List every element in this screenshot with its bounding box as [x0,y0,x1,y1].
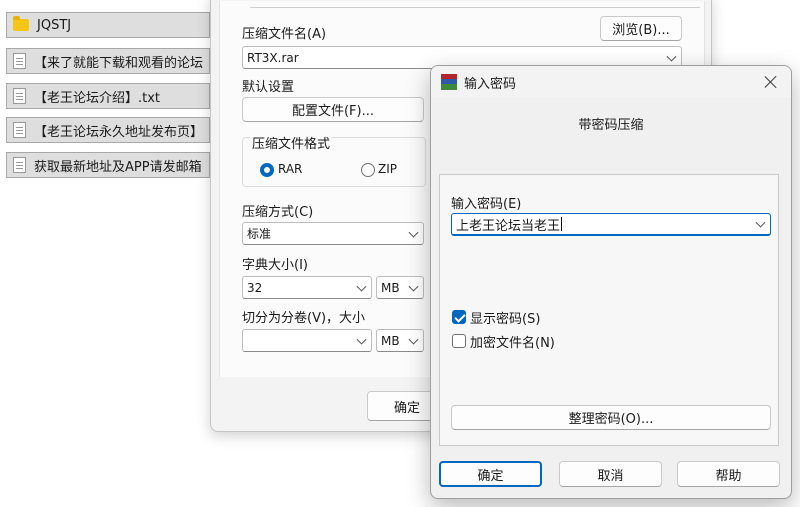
format-zip-label: ZIP [378,162,397,176]
title-bar: 输入密码 [431,66,791,98]
chevron-down-icon[interactable] [356,281,367,292]
file-item[interactable]: 获取最新地址及APP请发邮箱 [6,152,210,178]
file-item-label: JQSTJ [37,17,72,33]
password-input[interactable]: 上老王论坛当老王 [451,213,771,236]
file-item-label: 获取最新地址及APP请发邮箱 [34,159,202,175]
password-panel: 输入密码(E) 上老王论坛当老王 显示密码(S) 加密文件名(N) 整理密码(O… [439,174,779,446]
chevron-down-icon[interactable] [666,51,677,62]
file-item[interactable]: 【老王论坛介绍】.txt [6,83,210,109]
password-dialog: 输入密码 带密码压缩 输入密码(E) 上老王论坛当老王 显示密码(S) 加密文件… [430,65,792,499]
format-rar-radio[interactable] [260,163,274,177]
help-button[interactable]: 帮助 [677,461,780,487]
cancel-button[interactable]: 取消 [559,461,662,487]
dictionary-size-select[interactable]: 32 [242,276,372,299]
split-unit-select[interactable]: MB [376,329,424,352]
compression-method-value: 标准 [247,227,272,241]
profiles-button[interactable]: 配置文件(F)... [242,97,424,122]
close-icon[interactable] [763,74,779,90]
default-settings-label: 默认设置 [242,80,295,95]
split-size-input[interactable] [242,329,372,352]
file-item[interactable]: 【来了就能下载和观看的论坛 [6,48,210,74]
show-password-checkbox[interactable] [452,310,466,324]
winrar-app-icon [441,74,457,90]
file-item[interactable]: 【老王论坛永久地址发布页】 [6,117,210,143]
dictionary-unit-select[interactable]: MB [376,276,424,299]
ok-button[interactable]: 确定 [439,461,542,487]
chevron-down-icon[interactable] [408,334,419,345]
organize-passwords-button[interactable]: 整理密码(O)... [451,405,771,430]
encrypt-filenames-checkbox[interactable] [452,334,466,348]
split-unit-value: MB [381,333,400,348]
divider [250,7,700,8]
file-item-label: 【老王论坛永久地址发布页】 [34,124,204,140]
archive-name-value: RT3X.rar [247,50,299,65]
dictionary-unit-value: MB [381,280,400,295]
chevron-down-icon[interactable] [356,334,367,345]
browse-button[interactable]: 浏览(B)... [600,16,682,41]
password-value: 上老王论坛当老王 [456,218,561,234]
folder-icon [13,16,29,31]
file-item-folder[interactable]: JQSTJ [6,12,210,38]
dialog-title: 输入密码 [464,77,517,92]
document-icon [13,53,26,69]
encrypt-filenames-label: 加密文件名(N) [470,336,555,351]
file-item-label: 【来了就能下载和观看的论坛 [34,55,204,71]
compression-method-label: 压缩方式(C) [242,205,314,220]
file-item-label: 【老王论坛介绍】.txt [34,90,161,106]
archive-name-label: 压缩文件名(A) [242,27,327,42]
show-password-label: 显示密码(S) [470,312,541,327]
archive-format-label: 压缩文件格式 [250,133,333,152]
document-icon [13,122,26,138]
text-caret [561,217,563,231]
dictionary-size-label: 字典大小(I) [242,258,308,273]
compression-method-select[interactable]: 标准 [242,222,424,245]
split-volumes-label: 切分为分卷(V)，大小 [242,311,366,326]
dictionary-size-value: 32 [247,280,263,295]
format-rar-label: RAR [278,162,303,176]
chevron-down-icon[interactable] [408,227,419,238]
format-zip-radio[interactable] [361,163,375,177]
chevron-down-icon[interactable] [755,217,766,228]
chevron-down-icon[interactable] [408,281,419,292]
document-icon [13,88,26,104]
dialog-subtitle: 带密码压缩 [578,118,644,133]
password-label: 输入密码(E) [451,197,522,212]
document-icon [13,157,26,173]
